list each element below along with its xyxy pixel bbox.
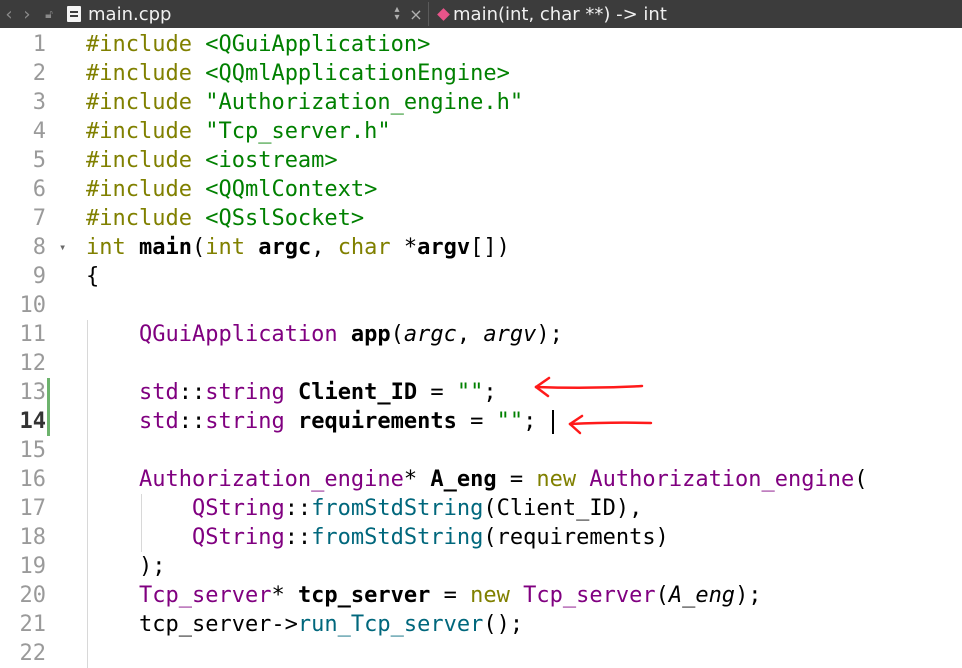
red-arrow-icon [534,376,644,398]
red-arrow-icon [568,414,653,435]
annotation-arrows [534,376,653,435]
